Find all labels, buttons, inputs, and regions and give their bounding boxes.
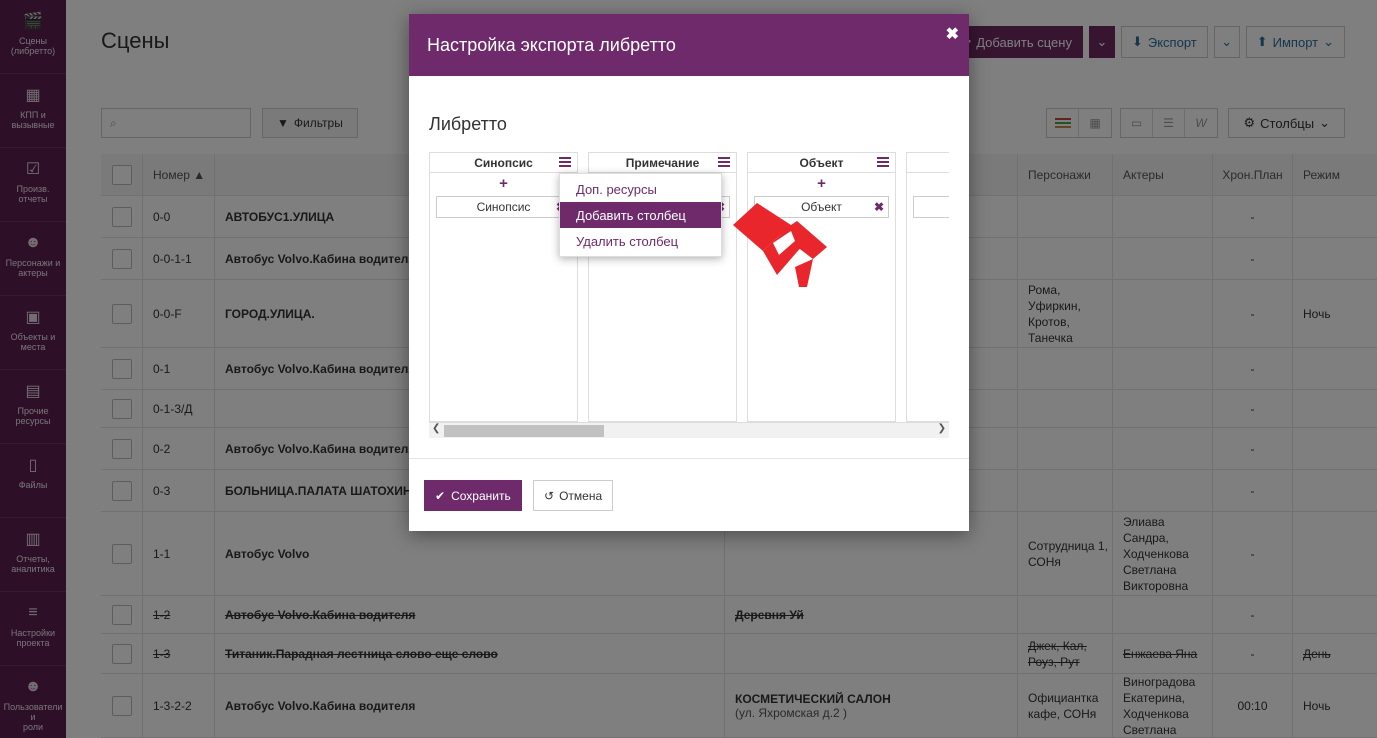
hamburger-menu-icon[interactable] [877, 157, 889, 167]
cancel-label: Отмена [559, 488, 603, 503]
column-header: Синопсис [430, 153, 577, 173]
save-label: Сохранить [451, 488, 511, 503]
check-icon: ✔ [435, 488, 446, 503]
scrollbar-thumb[interactable] [444, 425, 604, 437]
column-title: Объект [799, 155, 844, 170]
close-icon[interactable]: ✖ [946, 24, 959, 44]
field-chip-label: Синопсис [476, 200, 531, 214]
undo-icon: ↺ [544, 488, 555, 503]
menu-item-2[interactable]: Удалить столбец [560, 228, 721, 254]
column-title: Примечание [625, 155, 700, 170]
scroll-left-icon[interactable]: ❮ [432, 423, 440, 434]
field-chip[interactable]: П [913, 196, 949, 218]
menu-item-1[interactable]: Добавить столбец [560, 202, 721, 228]
menu-item-0[interactable]: Доп. ресурсы [560, 176, 721, 202]
cancel-button[interactable]: ↺ Отмена [533, 480, 614, 511]
scroll-right-icon[interactable]: ❯ [938, 423, 946, 434]
add-field-icon[interactable]: + [748, 173, 895, 193]
hamburger-menu-icon[interactable] [559, 157, 571, 167]
column-header: Примечание [589, 153, 736, 173]
modal-subtitle: Либретто [429, 114, 507, 134]
column-header: Объект [748, 153, 895, 173]
hamburger-menu-icon[interactable] [718, 157, 730, 167]
modal-header: Настройка экспорта либретто ✖ [409, 14, 969, 76]
column-header: П [907, 153, 949, 173]
add-field-icon[interactable]: + [430, 173, 577, 193]
pointer-arrow-icon [733, 203, 827, 287]
export-settings-modal: Настройка экспорта либретто ✖ Либретто С… [409, 14, 969, 531]
column-title: Синопсис [474, 155, 533, 170]
libretto-column: ПП [906, 152, 949, 422]
horizontal-scrollbar[interactable]: ❮ ❯ [429, 422, 949, 438]
libretto-column: Синопсис + Синопсис✖ [429, 152, 578, 422]
modal-footer: ✔ Сохранить ↺ Отмена [409, 458, 969, 531]
column-menu-dropdown: Доп. ресурсы Добавить столбец Удалить стол… [559, 173, 722, 257]
modal-title: Настройка экспорта либретто [427, 34, 676, 55]
remove-field-icon[interactable]: ✖ [874, 200, 884, 214]
save-button[interactable]: ✔ Сохранить [424, 480, 522, 511]
field-chip[interactable]: Синопсис✖ [436, 196, 571, 218]
